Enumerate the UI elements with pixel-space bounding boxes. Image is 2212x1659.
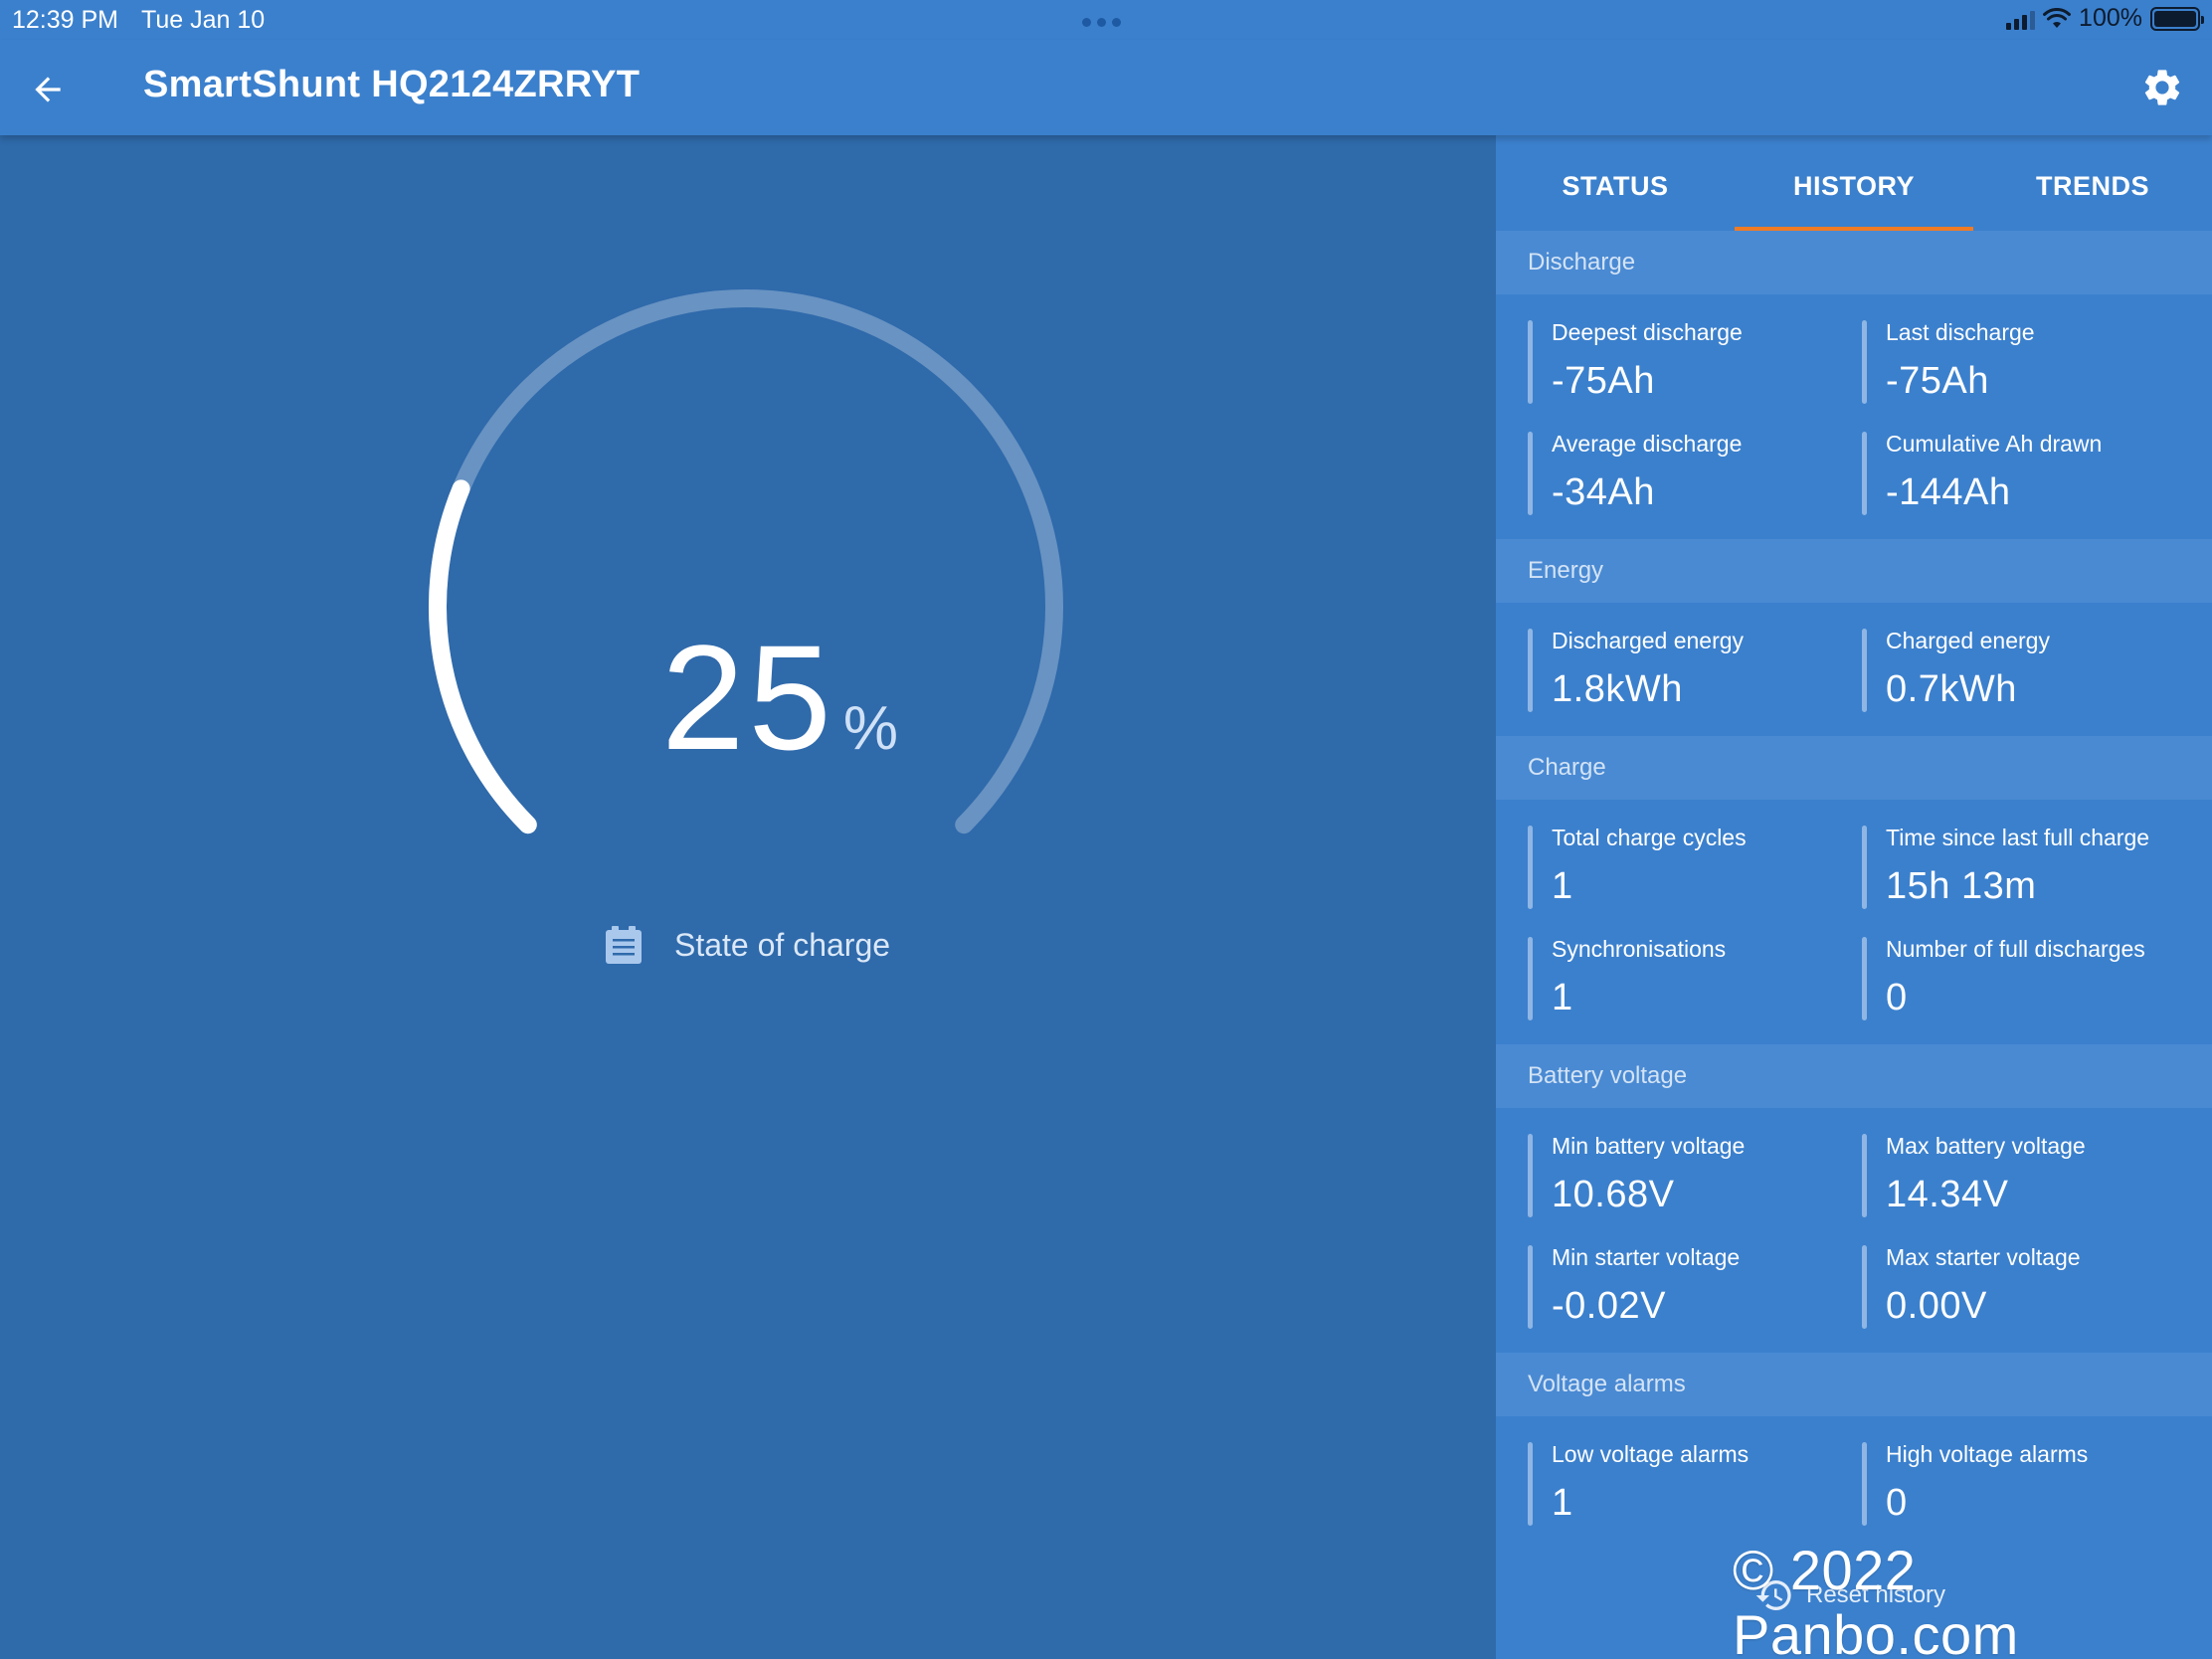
metric-value: 10.68V	[1552, 1174, 1675, 1215]
gear-icon	[2144, 70, 2180, 105]
metric-value: 1	[1552, 977, 1573, 1018]
metric-discharged-energy: Discharged energy 1.8kWh	[1528, 625, 1862, 716]
settings-button[interactable]	[2134, 60, 2190, 115]
metric-label: Time since last full charge	[1886, 825, 2150, 850]
metric-value: 1	[1552, 865, 1573, 907]
ios-status-bar: 12:39 PM Tue Jan 10 100%	[0, 0, 2212, 40]
metric-label: Average discharge	[1552, 431, 1743, 457]
metric-label: Cumulative Ah drawn	[1886, 431, 2103, 457]
metric-value: -75Ah	[1552, 360, 1655, 402]
section-voltage-alarms: Low voltage alarms 1 High voltage alarms…	[1496, 1416, 2212, 1550]
metric-label: Charged energy	[1886, 628, 2050, 653]
metric-label: Synchronisations	[1552, 936, 1727, 962]
battery-list-icon	[606, 926, 642, 964]
metric-value: 1	[1552, 1482, 1573, 1524]
wifi-icon	[2043, 7, 2072, 28]
metric-value: 15h 13m	[1886, 865, 2037, 907]
gauge-label: State of charge	[603, 924, 890, 966]
metric-label: Low voltage alarms	[1552, 1441, 1750, 1467]
history-panel: STATUS HISTORY TRENDS Discharge Deepest …	[1496, 135, 2212, 1659]
battery-percent: 100%	[2079, 4, 2142, 32]
section-charge: Total charge cycles 1 Time since last fu…	[1496, 800, 2212, 1044]
state-of-charge-gauge	[429, 288, 1063, 834]
metric-label: Min battery voltage	[1552, 1133, 1746, 1159]
gauge-value: 25 %	[661, 612, 898, 784]
metric-value: -0.02V	[1552, 1285, 1666, 1327]
gauge-value-number: 25	[661, 614, 835, 781]
arrow-left-icon	[35, 77, 61, 102]
metric-value: 0	[1886, 977, 1908, 1018]
metric-min-starter-voltage: Min starter voltage -0.02V	[1528, 1241, 1862, 1333]
metric-synchronisations: Synchronisations 1	[1528, 933, 1862, 1024]
metric-label: Number of full discharges	[1886, 936, 2145, 962]
metric-value: 0.7kWh	[1886, 668, 2017, 710]
battery-icon	[2150, 6, 2204, 31]
metric-number-of-full-discharges: Number of full discharges 0	[1862, 933, 2196, 1024]
metric-label: Deepest discharge	[1552, 319, 1743, 345]
section-header-energy: Energy	[1496, 539, 2212, 603]
metric-max-battery-voltage: Max battery voltage 14.34V	[1862, 1130, 2196, 1221]
section-header-charge: Charge	[1496, 736, 2212, 800]
reset-history-label: Reset history	[1806, 1581, 1946, 1608]
metric-value: 1.8kWh	[1552, 668, 1683, 710]
back-button[interactable]	[22, 64, 74, 115]
metric-high-voltage-alarms: High voltage alarms 0	[1862, 1438, 2196, 1530]
section-energy: Discharged energy 1.8kWh Charged energy …	[1496, 603, 2212, 736]
section-header-discharge: Discharge	[1496, 231, 2212, 294]
metric-max-starter-voltage: Max starter voltage 0.00V	[1862, 1241, 2196, 1333]
metric-label: Last discharge	[1886, 319, 2035, 345]
gauge-fill	[429, 479, 537, 834]
section-battery-voltage: Min battery voltage 10.68V Max battery v…	[1496, 1108, 2212, 1353]
metric-last-discharge: Last discharge -75Ah	[1862, 316, 2196, 408]
multitasking-dots-icon[interactable]	[1082, 18, 1121, 27]
cellular-signal-icon	[2006, 8, 2036, 30]
tab-trends[interactable]: TRENDS	[1973, 135, 2212, 231]
metric-min-battery-voltage: Min battery voltage 10.68V	[1528, 1130, 1862, 1221]
page-title: SmartShunt HQ2124ZRRYT	[143, 64, 641, 105]
section-discharge: Deepest discharge -75Ah Last discharge -…	[1496, 294, 2212, 539]
section-header-battery-voltage: Battery voltage	[1496, 1044, 2212, 1108]
metric-label: High voltage alarms	[1886, 1441, 2089, 1467]
tab-history[interactable]: HISTORY	[1735, 135, 1973, 231]
metric-value: -144Ah	[1886, 471, 2011, 513]
metric-cumulative-ah-drawn: Cumulative Ah drawn -144Ah	[1862, 428, 2196, 519]
metric-value: -75Ah	[1886, 360, 1989, 402]
metric-value: 0	[1886, 1482, 1908, 1524]
status-date: Tue Jan 10	[141, 6, 266, 34]
metric-low-voltage-alarms: Low voltage alarms 1	[1528, 1438, 1862, 1530]
app-bar: SmartShunt HQ2124ZRRYT	[0, 40, 2212, 135]
gauge-value-unit: %	[842, 694, 898, 763]
status-right-group: 100%	[2006, 4, 2204, 33]
metric-time-since-last-full-charge: Time since last full charge 15h 13m	[1862, 822, 2196, 913]
metric-average-discharge: Average discharge -34Ah	[1528, 428, 1862, 519]
metric-label: Total charge cycles	[1552, 825, 1747, 850]
gauge-label-text: State of charge	[674, 926, 891, 963]
history-icon	[1755, 1580, 1791, 1610]
metric-value: 14.34V	[1886, 1174, 2009, 1215]
metric-charged-energy: Charged energy 0.7kWh	[1862, 625, 2196, 716]
metric-total-charge-cycles: Total charge cycles 1	[1528, 822, 1862, 913]
status-time: 12:39 PM	[12, 6, 119, 34]
metric-label: Max starter voltage	[1886, 1244, 2081, 1270]
section-header-voltage-alarms: Voltage alarms	[1496, 1353, 2212, 1416]
metric-label: Discharged energy	[1552, 628, 1745, 653]
tab-bar: STATUS HISTORY TRENDS	[1496, 135, 2212, 231]
metric-label: Max battery voltage	[1886, 1133, 2086, 1159]
metric-value: -34Ah	[1552, 471, 1655, 513]
tab-status[interactable]: STATUS	[1496, 135, 1735, 231]
metric-value: 0.00V	[1886, 1285, 1987, 1327]
metric-label: Min starter voltage	[1552, 1244, 1741, 1270]
reset-history-button[interactable]: Reset history	[1754, 1575, 1945, 1615]
metric-deepest-discharge: Deepest discharge -75Ah	[1528, 316, 1862, 408]
